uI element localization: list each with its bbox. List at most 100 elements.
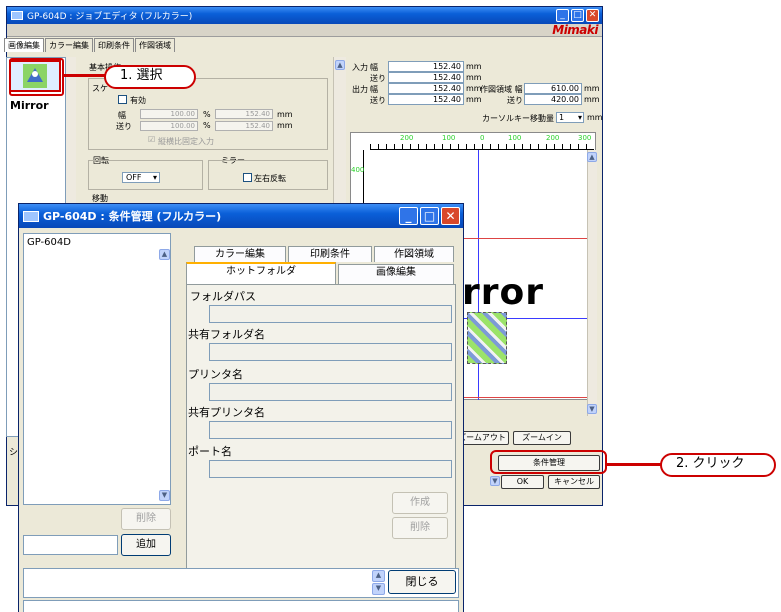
tab-image-edit[interactable]: 画像編集	[4, 38, 44, 52]
width-label: 幅	[118, 111, 126, 120]
close-icon[interactable]: ✕	[586, 9, 599, 22]
printer-name-field[interactable]	[209, 383, 452, 401]
tab-color-edit[interactable]: カラー編集	[45, 38, 93, 52]
pct-unit-1: %	[203, 110, 211, 119]
scroll-up-icon[interactable]: ▲	[159, 249, 170, 260]
close-icon[interactable]: ✕	[441, 207, 460, 225]
input-feed-label: 送り	[370, 74, 386, 83]
output-feed-label: 送り	[370, 96, 386, 105]
zoom-in-button[interactable]: ズームイン	[513, 431, 571, 445]
width-mm-input[interactable]: 152.40	[215, 109, 273, 119]
maximize-icon[interactable]: □	[571, 9, 584, 22]
folder-path-field[interactable]	[209, 305, 452, 323]
scroll-down-icon[interactable]: ▼	[490, 476, 500, 486]
mimaki-logo: Mimaki	[552, 23, 598, 37]
input-label: 入力	[352, 63, 368, 72]
maximize-icon[interactable]: □	[420, 207, 439, 225]
shared-folder-field[interactable]	[209, 343, 452, 361]
scroll-down-icon[interactable]: ▼	[587, 404, 597, 414]
lr-flip-checkbox[interactable]	[243, 173, 252, 182]
scale-label: スケ	[92, 84, 108, 93]
horizontal-ruler: 200 100 0 100 200 300	[370, 134, 594, 150]
lr-flip-label: 左右反転	[254, 174, 286, 183]
feed-pct-input[interactable]: 100.00	[140, 121, 198, 131]
job-editor-titlebar[interactable]: GP-604D : ジョブエディタ (フルカラー) _ □ ✕	[7, 7, 602, 24]
callout1-leader	[64, 74, 106, 77]
feed-mm-input[interactable]: 152.40	[215, 121, 273, 131]
thumbnail-label: Mirror	[10, 99, 49, 112]
output-width-value: 152.40	[388, 83, 464, 94]
ruler-tick: 300	[578, 134, 592, 142]
fixed-ratio-checkbox[interactable]: ☑	[148, 135, 155, 144]
tab-hot-folder[interactable]: ホットフォルダ	[186, 262, 336, 284]
shared-printer-field[interactable]	[209, 421, 452, 439]
app-icon	[11, 11, 23, 20]
list-delete-button[interactable]: 削除	[121, 508, 171, 530]
ruler-ticks-marks	[370, 144, 594, 150]
list-item[interactable]: GP-604D	[24, 234, 170, 251]
scroll-down-icon[interactable]: ▼	[159, 490, 170, 501]
folder-path-label: フォルダパス	[190, 290, 256, 303]
tab-drawing-area[interactable]: 作図領域	[135, 38, 175, 52]
port-name-field[interactable]	[209, 460, 452, 478]
minimize-icon[interactable]: _	[399, 207, 418, 225]
width-pct-input[interactable]: 100.00	[140, 109, 198, 119]
draw-feed-label: 送り	[507, 96, 523, 105]
truncated-label: シ	[9, 448, 19, 458]
dialog-tabs: カラー編集 印刷条件 作図領域 ホットフォルダ 画像編集	[186, 244, 456, 284]
minimize-icon[interactable]: _	[556, 9, 569, 22]
unit-4: mm	[466, 95, 482, 104]
ruler-tick: 200	[400, 134, 414, 142]
tab-image-edit[interactable]: 画像編集	[338, 264, 454, 284]
scroll-up-icon[interactable]: ▲	[372, 570, 385, 582]
ruler-tick: 100	[442, 134, 456, 142]
cancel-button[interactable]: キャンセル	[548, 475, 600, 489]
unit-1: mm	[466, 62, 482, 71]
app-icon	[23, 210, 39, 222]
unit-2: mm	[466, 73, 482, 82]
add-button[interactable]: 追加	[121, 534, 171, 556]
tab-print-conditions[interactable]: 印刷条件	[94, 38, 134, 52]
tab-color-edit[interactable]: カラー編集	[194, 246, 286, 262]
chevron-down-icon: ▾	[152, 173, 157, 182]
ruler-tick: 400	[351, 166, 365, 174]
delete-button[interactable]: 削除	[392, 517, 448, 539]
job-editor-title: GP-604D : ジョブエディタ (フルカラー)	[27, 12, 193, 22]
cursor-move-label: カーソルキー移動量	[482, 114, 554, 123]
tab-print-conditions[interactable]: 印刷条件	[288, 246, 372, 262]
unit-5: mm	[584, 84, 600, 93]
area-feed-value: 420.00	[524, 94, 582, 105]
cond-mgmt-highlight	[490, 450, 607, 474]
preview-frog-image[interactable]	[467, 312, 507, 364]
scroll-up-icon[interactable]: ▲	[335, 60, 345, 70]
enabled-checkbox[interactable]	[118, 95, 127, 104]
preview-mirror-text: rror	[462, 272, 544, 313]
output-label: 出力	[352, 85, 368, 94]
preview-scrollbar[interactable]	[587, 150, 597, 416]
ok-button[interactable]: OK	[501, 475, 544, 489]
callout-step2: 2. クリック	[660, 453, 776, 477]
rotate-select[interactable]: OFF ▾	[122, 172, 160, 183]
tab-drawing-area[interactable]: 作図領域	[374, 246, 454, 262]
create-button[interactable]: 作成	[392, 492, 448, 514]
scroll-down-icon[interactable]: ▼	[372, 583, 385, 595]
job-editor-tabs: 画像編集 カラー編集 印刷条件 作図領域	[4, 38, 176, 52]
area-width-value: 610.00	[524, 83, 582, 94]
mm-unit-2: mm	[277, 121, 293, 130]
draw-area-label: 作図領域 幅	[480, 85, 523, 94]
dialog-titlebar[interactable]: GP-604D : 条件管理 (フルカラー) _ □ ✕	[19, 204, 463, 228]
callout-step1: 1. 選択	[104, 65, 196, 89]
settings-scrollbar[interactable]	[333, 57, 346, 207]
close-button[interactable]: 閉じる	[388, 570, 456, 594]
input-width-value: 152.40	[388, 61, 464, 72]
scroll-up-icon[interactable]: ▲	[587, 152, 597, 162]
enabled-label: 有効	[130, 96, 146, 105]
printer-list[interactable]: GP-604D	[23, 233, 171, 505]
callout2-leader	[607, 463, 662, 466]
ruler-tick: 200	[546, 134, 560, 142]
shared-printer-label: 共有プリンタ名	[188, 406, 265, 419]
unit-6: mm	[584, 95, 600, 104]
cursor-move-select[interactable]: 1 ▾	[556, 112, 584, 123]
dialog-title: GP-604D : 条件管理 (フルカラー)	[43, 210, 222, 223]
add-name-input[interactable]	[23, 535, 118, 555]
